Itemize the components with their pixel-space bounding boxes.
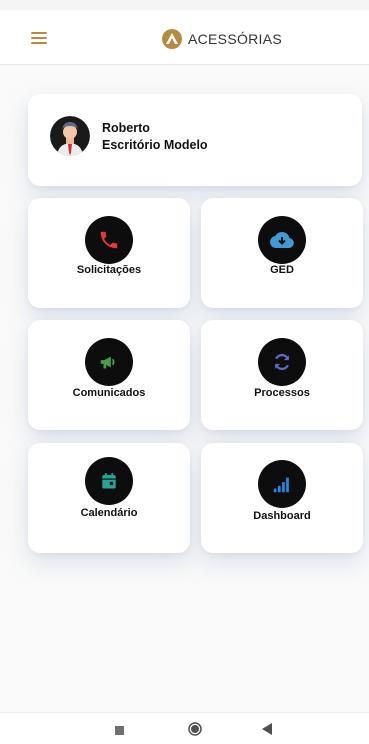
tile-processos[interactable]: Processos bbox=[201, 320, 363, 430]
calendar-icon bbox=[85, 457, 133, 505]
app-title: ACESSÓRIAS bbox=[188, 31, 283, 47]
tile-solicitacoes[interactable]: Solicitações bbox=[28, 198, 190, 308]
profile-office: Escritório Modelo bbox=[102, 138, 208, 152]
app-header: ACESSÓRIAS bbox=[0, 0, 369, 64]
tile-label: Solicitações bbox=[76, 264, 142, 276]
square-stop-icon[interactable] bbox=[115, 726, 124, 735]
tile-label: Comunicados bbox=[72, 387, 146, 399]
tile-comunicados[interactable]: Comunicados bbox=[28, 320, 190, 430]
user-avatar-icon bbox=[50, 116, 90, 156]
tile-ged[interactable]: GED bbox=[201, 198, 363, 308]
tile-label: Calendário bbox=[80, 507, 138, 519]
system-nav-bar bbox=[0, 712, 369, 744]
profile-name: Roberto bbox=[102, 121, 150, 135]
tile-label: GED bbox=[270, 264, 294, 276]
tile-calendario[interactable]: Calendário bbox=[28, 443, 190, 553]
megaphone-icon bbox=[85, 338, 133, 386]
tile-label: Processos bbox=[254, 387, 310, 399]
cloud-download-icon bbox=[258, 216, 306, 264]
hamburger-menu-icon[interactable] bbox=[31, 31, 47, 45]
tile-dashboard[interactable]: Dashboard bbox=[201, 443, 363, 553]
menu-line bbox=[31, 37, 47, 39]
brand: ACESSÓRIAS bbox=[162, 28, 282, 50]
a-logo-icon bbox=[162, 29, 182, 49]
signal-bars-icon bbox=[258, 460, 306, 508]
tile-label: Dashboard bbox=[253, 510, 311, 522]
phone-icon bbox=[85, 216, 133, 264]
circle-home-icon[interactable] bbox=[188, 722, 202, 736]
menu-line bbox=[31, 42, 47, 44]
menu-line bbox=[31, 32, 47, 34]
profile-card[interactable]: Roberto Escritório Modelo bbox=[28, 94, 362, 186]
triangle-back-icon[interactable] bbox=[262, 723, 272, 735]
refresh-icon bbox=[258, 338, 306, 386]
